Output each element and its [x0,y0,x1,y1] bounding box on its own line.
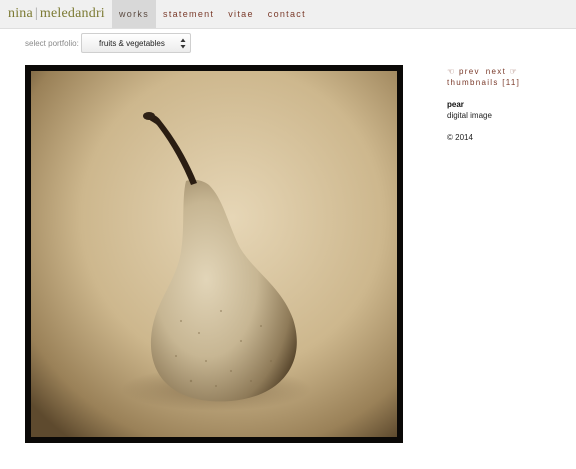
portfolio-select-label: select portfolio: [25,39,79,48]
nav-vitae[interactable]: vitae [221,0,261,28]
portfolio-select[interactable]: fruits & vegetables [81,33,191,53]
next-hand-icon: ☞ [509,67,519,76]
artwork-medium: digital image [447,111,492,120]
logo-last-name: meledandri [39,6,105,21]
logo-separator: | [34,6,38,21]
artwork-title: pear [447,100,464,109]
prev-label: prev [459,67,480,76]
main-nav: works statement vitae contact [112,0,313,28]
nav-statement[interactable]: statement [156,0,221,28]
nav-contact[interactable]: contact [261,0,313,28]
artwork-copyright: © 2014 [447,133,473,142]
nav-works[interactable]: works [112,0,157,28]
next-label: next [485,67,507,76]
prev-link[interactable]: ☜ prev [447,67,480,76]
top-navigation-bar: nina | meledandri works statement vitae co… [0,0,576,29]
portfolio-selected-value: fruits & vegetables [99,39,165,48]
select-arrows-icon [180,38,186,49]
pear-photograph-icon [31,71,397,437]
logo-first-name: nina [8,6,33,21]
thumbnails-link[interactable]: thumbnails [11] [447,77,524,88]
next-link[interactable]: next ☞ [486,67,518,76]
artwork-pager: ☜ prev next ☞ [447,66,524,77]
artwork-info-panel: ☜ prev next ☞ thumbnails [11] pear digita… [447,66,524,143]
site-logo[interactable]: nina | meledandri [8,6,105,22]
artwork-image-frame [25,65,403,443]
prev-hand-icon: ☜ [447,67,456,76]
